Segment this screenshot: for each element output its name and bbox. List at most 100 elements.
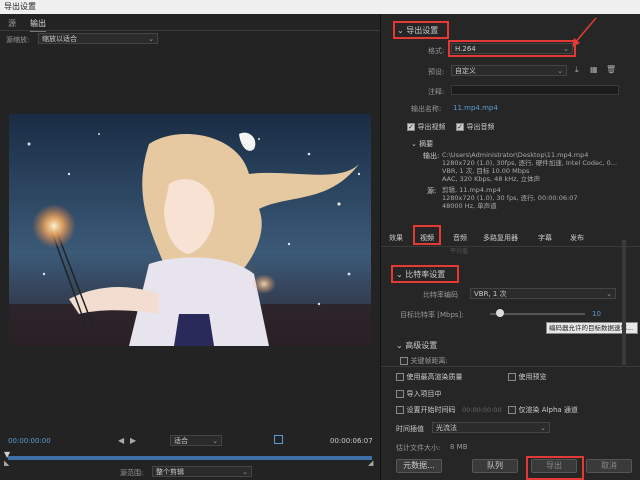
export-settings-title: 导出设置: [406, 26, 439, 35]
source-range-value: 整个剪辑: [156, 468, 184, 476]
tab-multiplexer[interactable]: 多路复用器: [483, 233, 518, 243]
tab-audio[interactable]: 音频: [453, 233, 467, 243]
tab-source[interactable]: 源: [8, 18, 16, 29]
slider-thumb[interactable]: [495, 309, 504, 317]
render-alpha-label: 仅渲染 Alpha 通道: [518, 406, 578, 414]
bitrate-encoding-value: VBR, 1 次: [474, 290, 507, 298]
chevron-down-icon: ⌄: [411, 140, 420, 148]
faded-row-label: 平均值: [450, 248, 469, 255]
summary-output-label: 输出:: [423, 152, 440, 160]
summary-output-details: C:\Users\Administrator\Desktop\11.mp4.mp…: [442, 151, 637, 183]
target-bitrate-slider[interactable]: [490, 313, 585, 315]
playhead-icon[interactable]: ▼: [4, 450, 10, 459]
output-name-link[interactable]: 11.mp4.mp4: [453, 104, 498, 112]
cancel-button[interactable]: 取消: [586, 459, 632, 473]
fit-value: 适合: [174, 437, 188, 445]
out-point-icon[interactable]: ◢: [368, 459, 373, 467]
metadata-button[interactable]: 元数据...: [396, 459, 442, 473]
tab-publish[interactable]: 发布: [570, 233, 584, 243]
bitrate-header[interactable]: ⌄ 比特率设置: [396, 269, 445, 280]
checkbox-icon: [400, 356, 408, 365]
set-start-timecode-label: 设置开始时间码: [406, 406, 456, 414]
import-into-project-checkbox[interactable]: 导入项目中: [396, 389, 442, 399]
timeline-range-bar[interactable]: [8, 456, 372, 460]
keyframe-checkbox[interactable]: 关键帧距离:: [400, 356, 448, 366]
render-alpha-checkbox[interactable]: 仅渲染 Alpha 通道: [508, 405, 578, 415]
chevron-down-icon: ⌄: [396, 270, 406, 279]
source-range-label: 源范围:: [120, 469, 144, 477]
advanced-title: 高级设置: [405, 341, 438, 350]
format-dropdown[interactable]: H.264 ⌄: [451, 43, 573, 54]
use-previews-checkbox[interactable]: 使用预览: [508, 372, 547, 382]
summary-header[interactable]: ⌄ 摘要: [411, 139, 433, 149]
export-button[interactable]: 导出: [531, 459, 577, 473]
window-title: 导出设置: [0, 0, 640, 14]
timecode-start: 00:00:00:00: [8, 437, 51, 445]
tab-captions[interactable]: 字幕: [538, 233, 552, 243]
summary-source-line: 剪辑, 11.mp4.mp4: [442, 186, 501, 194]
file-size-label: 估计文件大小:: [396, 444, 441, 452]
summary-source-line: 48000 Hz, 单声道: [442, 202, 497, 210]
mark-in-icon[interactable]: ◀: [118, 436, 124, 445]
chevron-down-icon: ⌄: [540, 424, 546, 432]
import-preset-icon[interactable]: ▦: [590, 65, 598, 74]
format-value: H.264: [455, 45, 476, 53]
timecode-end: 00:00:06:07: [330, 437, 373, 445]
chevron-down-icon: ⌄: [606, 290, 612, 298]
set-start-timecode-checkbox[interactable]: 设置开始时间码: [396, 405, 456, 415]
comment-label: 注释:: [428, 88, 445, 96]
max-render-quality-label: 使用最高渲染质量: [406, 373, 463, 381]
export-audio-checkbox[interactable]: 导出音频: [456, 122, 495, 132]
preset-dropdown[interactable]: 自定义 ⌄: [451, 65, 567, 76]
summary-source-label: 源:: [427, 187, 437, 195]
fit-dropdown[interactable]: 适合 ⌄: [170, 435, 222, 446]
summary-output-line: AAC, 320 Kbps, 48 kHz, 立体声: [442, 175, 541, 183]
checkbox-icon: [396, 389, 404, 398]
max-render-quality-checkbox[interactable]: 使用最高渲染质量: [396, 372, 463, 382]
chevron-down-icon: ⌄: [563, 45, 569, 53]
export-video-checkbox[interactable]: 导出视频: [407, 122, 446, 132]
mark-out-icon[interactable]: ▶: [130, 436, 136, 445]
chevron-down-icon: ⌄: [396, 341, 406, 350]
chevron-down-icon: ⌄: [148, 35, 154, 43]
queue-button[interactable]: 队列: [472, 459, 518, 473]
target-bitrate-value[interactable]: 10: [592, 310, 601, 318]
checkbox-icon: [396, 405, 404, 414]
file-size-value: 8 MB: [450, 443, 468, 451]
comment-input[interactable]: [451, 85, 619, 95]
chevron-down-icon: ⌄: [212, 437, 218, 445]
summary-output-line: C:\Users\Administrator\Desktop\11.mp4.mp…: [442, 151, 589, 159]
preset-value: 自定义: [455, 67, 476, 75]
summary-source-details: 剪辑, 11.mp4.mp4 1280x720 (1.0), 30 fps, 逐…: [442, 186, 637, 210]
advanced-header[interactable]: ⌄ 高级设置: [396, 340, 437, 351]
target-bitrate-label: 目标比特率 [Mbps]:: [400, 311, 464, 319]
checkbox-icon: [396, 372, 404, 381]
time-interpolation-value: 光流法: [436, 424, 457, 432]
export-settings-header[interactable]: ⌄ 导出设置: [397, 25, 438, 36]
summary-output-line: VBR, 1 次, 目标 10.00 Mbps: [442, 167, 530, 175]
bitrate-encoding-label: 比特率编码: [423, 291, 458, 299]
source-range-dropdown[interactable]: 整个剪辑 ⌄: [152, 466, 252, 477]
save-preset-icon[interactable]: ⤓: [575, 65, 579, 75]
delete-preset-icon[interactable]: 🗑: [606, 65, 616, 74]
start-timecode-value[interactable]: 00:00:00:00: [462, 406, 502, 414]
tab-effects[interactable]: 效果: [389, 233, 403, 243]
in-point-icon[interactable]: ◣: [4, 459, 9, 467]
source-scaling-label: 源缩放:: [6, 36, 30, 44]
source-scaling-dropdown[interactable]: 缩放以适合 ⌄: [38, 33, 158, 44]
use-previews-label: 使用预览: [518, 373, 547, 381]
import-into-project-label: 导入项目中: [406, 390, 442, 398]
format-label: 格式:: [428, 47, 445, 55]
summary-source-line: 1280x720 (1.0), 30 fps, 逐行, 00:00:06:07: [442, 194, 578, 202]
checkbox-icon: [508, 405, 516, 414]
source-scaling-value: 缩放以适合: [42, 35, 77, 43]
tab-video[interactable]: 视频: [420, 233, 434, 243]
bitrate-encoding-dropdown[interactable]: VBR, 1 次 ⌄: [470, 288, 616, 299]
preview-image: [9, 114, 371, 346]
time-interpolation-dropdown[interactable]: 光流法 ⌄: [432, 422, 550, 433]
chevron-down-icon: ⌄: [242, 468, 248, 476]
chevron-down-icon: ⌄: [557, 67, 563, 75]
checkbox-icon: [407, 122, 415, 131]
settings-scrollbar[interactable]: [622, 240, 626, 365]
safe-margins-icon[interactable]: [274, 435, 283, 444]
